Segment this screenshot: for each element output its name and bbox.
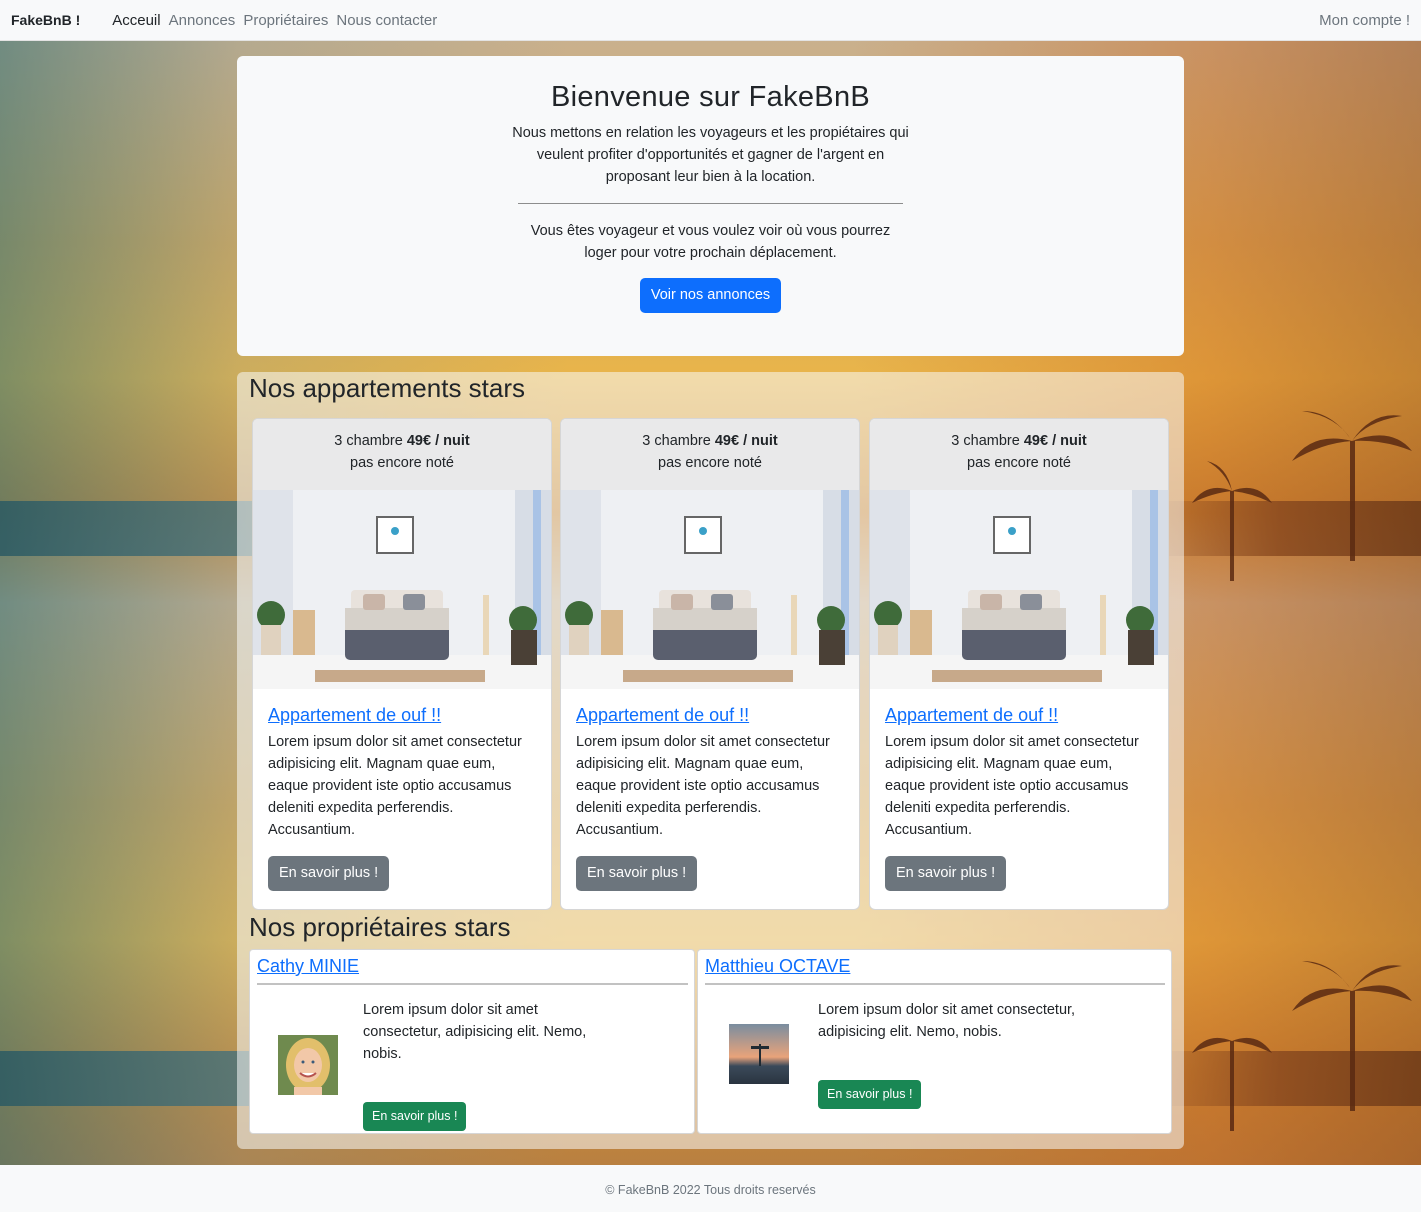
owner-more-button[interactable]: En savoir plus ! [363, 1102, 467, 1131]
apartment-title-link[interactable]: Appartement de ouf !! [885, 705, 1058, 726]
apartment-more-button[interactable]: En savoir plus ! [885, 856, 1007, 891]
nav-link-annonces[interactable]: Annonces [169, 12, 236, 29]
top-navbar: FakeBnB ! Acceuil Annonces Propriétaires… [0, 0, 1421, 41]
palm-trees-decoration [1192, 411, 1412, 581]
apartment-description: Lorem ipsum dolor sit amet consectetur a… [268, 734, 522, 838]
card-header: 3 chambre 49€ / nuit pas encore noté [253, 419, 551, 490]
apartment-title-link[interactable]: Appartement de ouf !! [268, 705, 441, 726]
card-header: 3 chambre 49€ / nuit pas encore noté [870, 419, 1168, 490]
footer-copyright: © FakeBnB 2022 Tous droits reservés [605, 1183, 816, 1197]
brand-logo[interactable]: FakeBnB ! [11, 12, 80, 28]
card-rating: pas encore noté [967, 455, 1071, 471]
owner-name-link[interactable]: Matthieu OCTAVE [705, 956, 850, 977]
hero-title: Bienvenue sur FakeBnB [550, 81, 871, 113]
account-link[interactable]: Mon compte ! [1319, 12, 1410, 29]
card-header: 3 chambre 49€ / nuit pas encore noté [561, 419, 859, 490]
apartment-description: Lorem ipsum dolor sit amet consectetur a… [885, 734, 1139, 838]
apartment-card: 3 chambre 49€ / nuit pas encore noté App… [869, 418, 1169, 910]
see-listings-button[interactable]: Voir nos annonces [639, 278, 782, 313]
footer: © FakeBnB 2022 Tous droits reservés [0, 1165, 1421, 1212]
hero-sub-text: Vous êtes voyageur et vous voulez voir o… [530, 223, 891, 261]
apartment-description: Lorem ipsum dolor sit amet consectetur a… [576, 734, 830, 838]
hero-divider [518, 203, 903, 204]
card-price: 49€ / nuit [406, 433, 470, 449]
card-body: Appartement de ouf !! Lorem ipsum dolor … [561, 689, 859, 891]
nav-link-proprietaires[interactable]: Propriétaires [243, 12, 328, 29]
card-body: Appartement de ouf !! Lorem ipsum dolor … [253, 689, 551, 891]
card-rooms: 3 chambre [951, 433, 1020, 449]
nav-link-accueil[interactable]: Acceuil [112, 12, 160, 29]
card-price: 49€ / nuit [714, 433, 778, 449]
card-rooms: 3 chambre [334, 433, 403, 449]
card-body: Appartement de ouf !! Lorem ipsum dolor … [870, 689, 1168, 891]
card-rating: pas encore noté [350, 455, 454, 471]
apartments-section-title: Nos appartements stars [249, 373, 526, 403]
apartment-more-button[interactable]: En savoir plus ! [576, 856, 698, 891]
avatar [278, 1035, 338, 1095]
owner-photo [729, 1024, 789, 1084]
nav-links: Acceuil Annonces Propriétaires Nous cont… [112, 12, 437, 29]
bedroom-photo [870, 490, 1168, 689]
owner-more-button[interactable]: En savoir plus ! [818, 1080, 922, 1109]
owner-description: Lorem ipsum dolor sit amet consectetur, … [363, 1002, 587, 1062]
apartment-card: 3 chambre 49€ / nuit pas encore noté App… [560, 418, 860, 910]
avatar [729, 1024, 789, 1084]
palm-trees-decoration-2 [1192, 961, 1412, 1131]
card-price: 49€ / nuit [1023, 433, 1087, 449]
welcome-jumbotron: Bienvenue sur FakeBnB Nous mettons en re… [237, 56, 1184, 356]
hero-lead-text: Nous mettons en relation les voyageurs e… [512, 125, 909, 185]
owner-card: Matthieu OCTAVE Lorem ipsum dolor sit am… [697, 949, 1172, 1134]
apartment-more-button[interactable]: En savoir plus ! [268, 856, 390, 891]
owner-card: Cathy MINIE Lorem ipsum dolor sit amet c… [249, 949, 695, 1134]
owner-photo [278, 1035, 338, 1095]
owner-name-link[interactable]: Cathy MINIE [257, 956, 359, 977]
owner-description: Lorem ipsum dolor sit amet consectetur, … [818, 1002, 1076, 1040]
bedroom-photo [561, 490, 859, 689]
nav-link-contact[interactable]: Nous contacter [336, 12, 437, 29]
owner-divider [257, 983, 688, 985]
owner-divider [705, 983, 1165, 985]
card-rating: pas encore noté [658, 455, 762, 471]
card-rooms: 3 chambre [642, 433, 711, 449]
apartment-title-link[interactable]: Appartement de ouf !! [576, 705, 749, 726]
owners-section-title: Nos propriétaires stars [249, 912, 511, 942]
bedroom-photo [253, 490, 551, 689]
apartment-card: 3 chambre 49€ / nuit pas encore noté App… [252, 418, 552, 910]
